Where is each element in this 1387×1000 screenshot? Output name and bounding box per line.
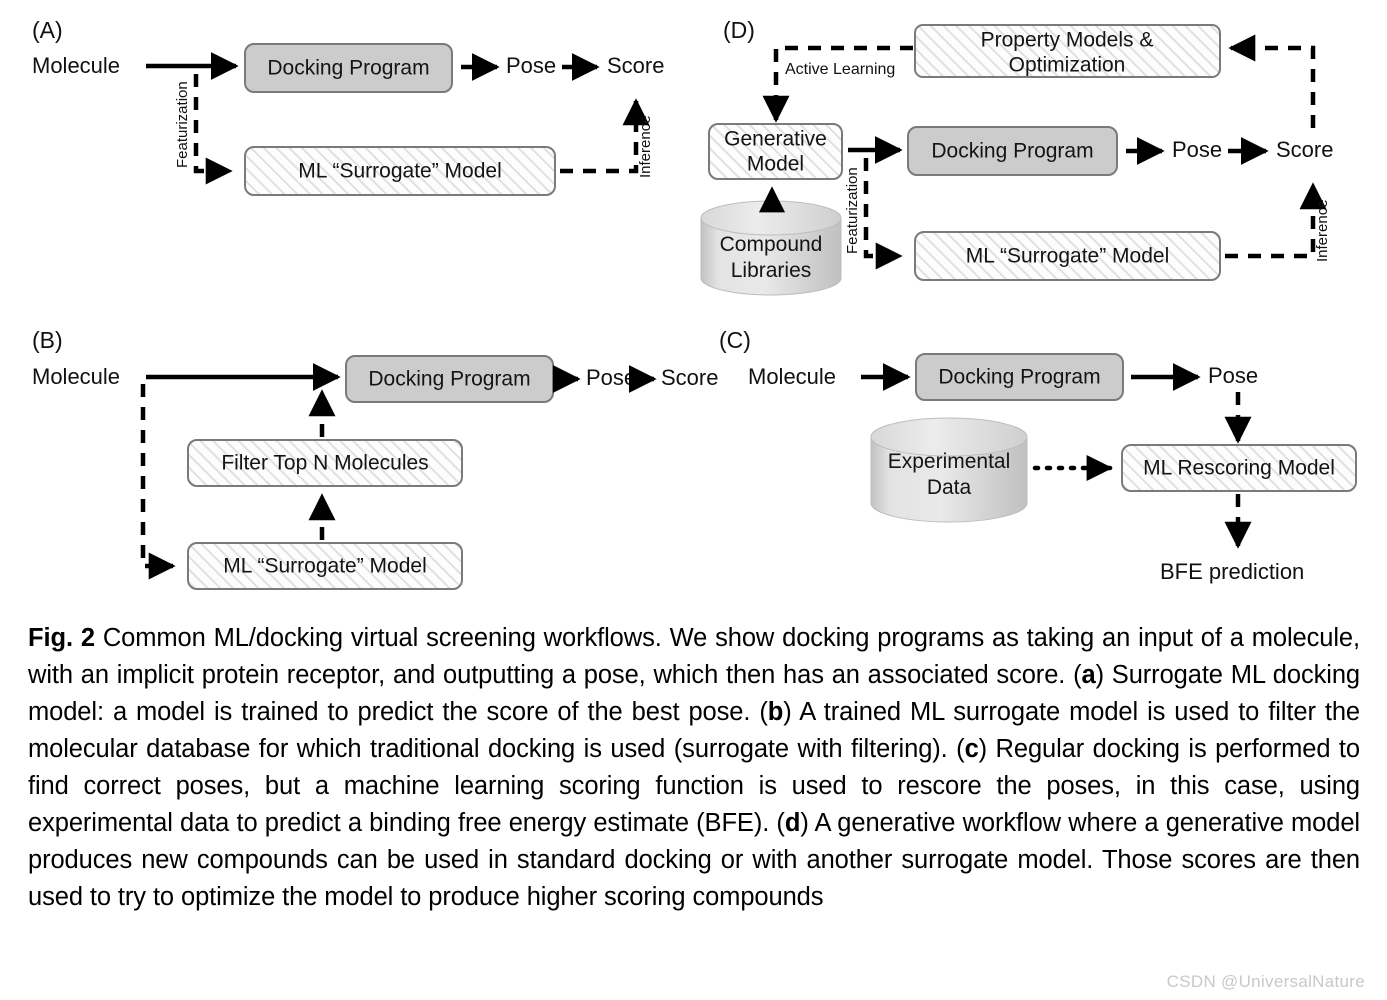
panel-d-library-label-2: Libraries <box>731 259 812 282</box>
panel-d-active-learning-label: Active Learning <box>785 61 895 78</box>
workflow-diagram: (A) Molecule Docking Program Pose Score … <box>32 17 1357 590</box>
panel-b-molecule-label: Molecule <box>32 364 120 389</box>
edge-d-score-to-property <box>1228 34 1316 128</box>
panel-b-surrogate-label: ML “Surrogate” Model <box>223 555 426 578</box>
panel-a: (A) Molecule Docking Program Pose Score … <box>32 17 664 196</box>
panel-c-molecule-label: Molecule <box>748 364 836 389</box>
panel-b-label: (B) <box>32 327 63 353</box>
panel-a-docking-label: Docking Program <box>267 57 429 80</box>
panel-a-score-label: Score <box>607 53 664 78</box>
panel-b: (B) Molecule Docking Program Pose Score … <box>32 327 718 590</box>
edge-b-molecule-to-surrogate <box>140 384 176 580</box>
figure-root: (A) Molecule Docking Program Pose Score … <box>0 0 1387 1000</box>
panel-d-label: (D) <box>723 17 755 43</box>
panel-c-label: (C) <box>719 327 751 353</box>
panel-b-filter-label: Filter Top N Molecules <box>221 452 428 475</box>
panel-d-inference-label: Inference <box>1314 199 1331 262</box>
panel-c-pose-label: Pose <box>1208 363 1258 388</box>
panel-b-score-label: Score <box>661 365 718 390</box>
panel-c-docking-label: Docking Program <box>938 366 1100 389</box>
panel-c-experimental-data-cylinder: Experimental Data <box>870 417 1028 523</box>
edge-d-active-learning <box>762 45 913 123</box>
panel-d-property-label-2: Optimization <box>1009 54 1126 77</box>
panel-d-score-label: Score <box>1276 137 1333 162</box>
panel-a-label: (A) <box>32 17 63 43</box>
panel-a-pose-label: Pose <box>506 53 556 78</box>
panel-d-featurization-label: Featurization <box>844 167 861 254</box>
edge-a-inference <box>560 98 650 174</box>
panel-a-inference-label: Inference <box>637 115 654 178</box>
panel-d-generative-label-1: Generative <box>724 128 827 151</box>
edge-d-inference <box>1225 182 1327 259</box>
panel-c-database-label-1: Experimental <box>888 450 1011 473</box>
panel-a-molecule-label: Molecule <box>32 53 120 78</box>
panel-d-generative-label-2: Model <box>747 153 804 176</box>
panel-c-rescoring-label: ML Rescoring Model <box>1143 457 1335 480</box>
panel-d-compound-libraries-cylinder: Compound Libraries <box>700 200 842 296</box>
panel-c-database-label-2: Data <box>927 476 972 499</box>
panel-d-surrogate-label: ML “Surrogate” Model <box>966 245 1169 268</box>
caption-marker-a: a <box>1081 661 1096 689</box>
edge-d-featurization <box>863 158 903 270</box>
panel-b-docking-label: Docking Program <box>368 368 530 391</box>
panel-c: (C) Molecule Docking Program Pose Experi… <box>719 327 1357 584</box>
panel-d-library-label-1: Compound <box>720 233 823 256</box>
edge-a-featurization <box>193 74 233 185</box>
panel-a-featurization-label: Featurization <box>174 81 191 168</box>
watermark: CSDN @UniversalNature <box>1166 972 1365 991</box>
panel-d: (D) Property Models & Optimization Activ… <box>700 17 1333 296</box>
caption-marker-b: b <box>767 698 784 726</box>
caption-marker-d: d <box>784 809 801 837</box>
panel-a-surrogate-label: ML “Surrogate” Model <box>298 160 501 183</box>
figure-caption: Fig. 2 Common ML/docking virtual screeni… <box>28 620 1360 916</box>
panel-c-output-label: BFE prediction <box>1160 559 1304 584</box>
panel-d-docking-label: Docking Program <box>931 140 1093 163</box>
caption-marker-c: c <box>964 735 979 763</box>
caption-figure-number: Fig. 2 <box>28 624 95 652</box>
panel-d-property-label-1: Property Models & <box>981 29 1154 52</box>
panel-d-pose-label: Pose <box>1172 137 1222 162</box>
panel-b-pose-label: Pose <box>586 365 636 390</box>
